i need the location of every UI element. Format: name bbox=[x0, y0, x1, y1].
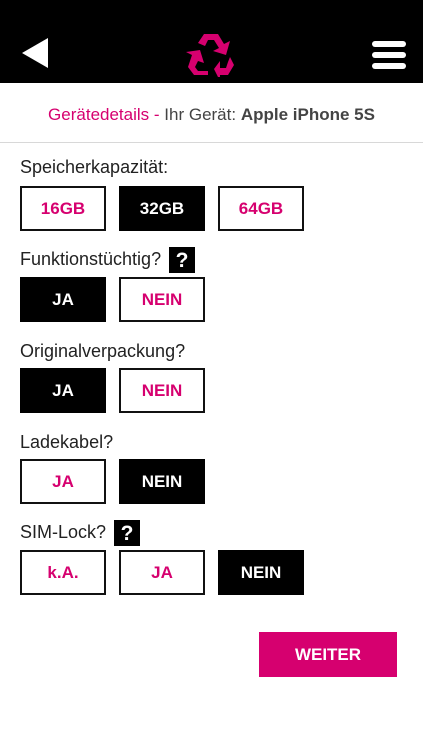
hamburger-menu-icon bbox=[372, 41, 406, 69]
cable-option-ja[interactable]: JA bbox=[20, 459, 106, 504]
packaging-option-ja[interactable]: JA bbox=[20, 368, 106, 413]
functional-option-nein[interactable]: NEIN bbox=[119, 277, 205, 322]
simlock-label: SIM-Lock? bbox=[20, 521, 107, 542]
packaging-option-nein[interactable]: NEIN bbox=[119, 368, 205, 413]
recycle-icon bbox=[186, 34, 234, 81]
simlock-option-ka[interactable]: k.A. bbox=[20, 550, 106, 595]
packaging-label: Originalverpackung? bbox=[20, 341, 186, 361]
breadcrumb: Gerätedetails bbox=[48, 105, 150, 124]
storage-option-16gb[interactable]: 16GB bbox=[20, 186, 106, 231]
simlock-help-button[interactable]: ? bbox=[114, 520, 141, 546]
simlock-option-nein[interactable]: NEIN bbox=[218, 550, 304, 595]
functional-help-button[interactable]: ? bbox=[169, 247, 196, 273]
device-label: Ihr Gerät: bbox=[164, 105, 241, 124]
storage-option-64gb[interactable]: 64GB bbox=[218, 186, 304, 231]
back-arrow-icon bbox=[22, 38, 48, 68]
functional-question: Funktionstüchtig?? bbox=[20, 247, 196, 273]
breadcrumb-separator: - bbox=[149, 105, 165, 124]
cable-option-nein[interactable]: NEIN bbox=[119, 459, 205, 504]
next-button[interactable]: WEITER bbox=[259, 632, 397, 677]
device-header: Gerätedetails - Ihr Gerät: Apple iPhone … bbox=[0, 83, 423, 143]
menu-button[interactable] bbox=[372, 41, 406, 71]
functional-label: Funktionstüchtig? bbox=[20, 248, 162, 269]
storage-label: Speicherkapazität: bbox=[20, 157, 169, 177]
simlock-option-ja[interactable]: JA bbox=[119, 550, 205, 595]
storage-option-32gb[interactable]: 32GB bbox=[119, 186, 205, 231]
recycle-logo bbox=[186, 31, 236, 81]
cable-label: Ladekabel? bbox=[20, 432, 114, 452]
back-button[interactable] bbox=[20, 36, 52, 72]
functional-option-ja[interactable]: JA bbox=[20, 277, 106, 322]
top-bar bbox=[0, 0, 423, 83]
device-name: Apple iPhone 5S bbox=[240, 105, 375, 124]
simlock-question: SIM-Lock?? bbox=[20, 520, 141, 546]
